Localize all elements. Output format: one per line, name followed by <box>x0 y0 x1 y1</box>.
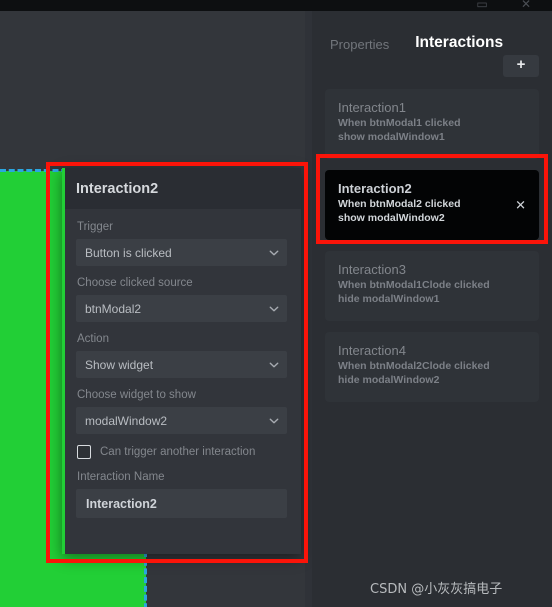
interaction-card-action: show modalWindow2 <box>338 212 445 224</box>
watermark: CSDN @小灰灰搞电子 <box>370 582 503 597</box>
properties-panel: Properties Interactions + Interaction1 W… <box>312 11 552 607</box>
interaction-card-trigger: When btnModal2 clicked <box>338 198 461 210</box>
widget-to-show-label: Choose widget to show <box>77 389 196 401</box>
can-trigger-another-label: Can trigger another interaction <box>100 446 256 458</box>
list-item[interactable]: Interaction4 When btnModal2Clode clicked… <box>325 332 539 402</box>
list-item[interactable]: Interaction1 When btnModal1 clicked show… <box>325 89 539 159</box>
plus-icon[interactable]: + <box>503 55 539 77</box>
minimize-icon[interactable]: ▭ <box>474 0 490 11</box>
trigger-label: Trigger <box>77 221 113 233</box>
clicked-source-select-value: btnModal2 <box>85 301 142 316</box>
window-titlebar: ▭ ✕ <box>0 0 552 11</box>
tab-interactions[interactable]: Interactions <box>415 34 503 55</box>
chevron-down-icon <box>269 248 279 258</box>
app-root: ▭ ✕ Interaction2 Trigger Button is click… <box>0 0 552 607</box>
chevron-down-icon <box>269 304 279 314</box>
interaction-card-trigger: When btnModal1 clicked <box>338 117 461 129</box>
close-icon[interactable]: ✕ <box>515 199 526 212</box>
interaction-card-trigger: When btnModal2Clode clicked <box>338 360 490 372</box>
interaction-name-value: Interaction2 <box>86 496 157 511</box>
panel-tabs: Properties Interactions <box>312 11 552 55</box>
chevron-down-icon <box>269 416 279 426</box>
popup-title: Interaction2 <box>76 180 159 197</box>
action-label: Action <box>77 333 109 345</box>
interaction-card-action: hide modalWindow1 <box>338 293 440 305</box>
clicked-source-label: Choose clicked source <box>77 277 193 289</box>
interaction-card-trigger: When btnModal1Clode clicked <box>338 279 490 291</box>
interaction-card-action: show modalWindow1 <box>338 131 445 143</box>
widget-to-show-select-value: modalWindow2 <box>85 413 168 428</box>
tab-properties[interactable]: Properties <box>330 37 389 55</box>
checkbox-icon[interactable] <box>77 445 91 459</box>
popup-header: Interaction2 <box>62 168 301 209</box>
interaction-card-name: Interaction4 <box>338 343 406 358</box>
canvas-gutter <box>305 11 312 607</box>
close-icon[interactable]: ✕ <box>518 0 534 11</box>
action-select[interactable]: Show widget <box>76 351 287 378</box>
widget-to-show-select[interactable]: modalWindow2 <box>76 407 287 434</box>
list-item[interactable]: Interaction3 When btnModal1Clode clicked… <box>325 251 539 321</box>
selection-outline-right <box>144 551 147 607</box>
trigger-select[interactable]: Button is clicked <box>76 239 287 266</box>
popup-body: Trigger Button is clicked Choose clicked… <box>62 209 301 518</box>
chevron-down-icon <box>269 360 279 370</box>
popup-accent-bar <box>62 168 65 554</box>
interaction-card-name: Interaction3 <box>338 262 406 277</box>
interaction-card-action: hide modalWindow2 <box>338 374 440 386</box>
add-interaction-row: + <box>312 55 552 85</box>
interaction-card-list: Interaction1 When btnModal1 clicked show… <box>312 85 552 402</box>
interaction-card-name: Interaction2 <box>338 181 412 196</box>
clicked-source-select[interactable]: btnModal2 <box>76 295 287 322</box>
interaction-card-name: Interaction1 <box>338 100 406 115</box>
list-item[interactable]: Interaction2 When btnModal2 clicked show… <box>325 170 539 240</box>
trigger-select-value: Button is clicked <box>85 245 172 260</box>
interaction-name-input[interactable]: Interaction2 <box>76 489 287 518</box>
interaction-editor-popup: Interaction2 Trigger Button is clicked C… <box>62 168 301 554</box>
interaction-name-label: Interaction Name <box>77 471 165 483</box>
can-trigger-another-row[interactable]: Can trigger another interaction <box>77 445 287 459</box>
action-select-value: Show widget <box>85 357 154 372</box>
